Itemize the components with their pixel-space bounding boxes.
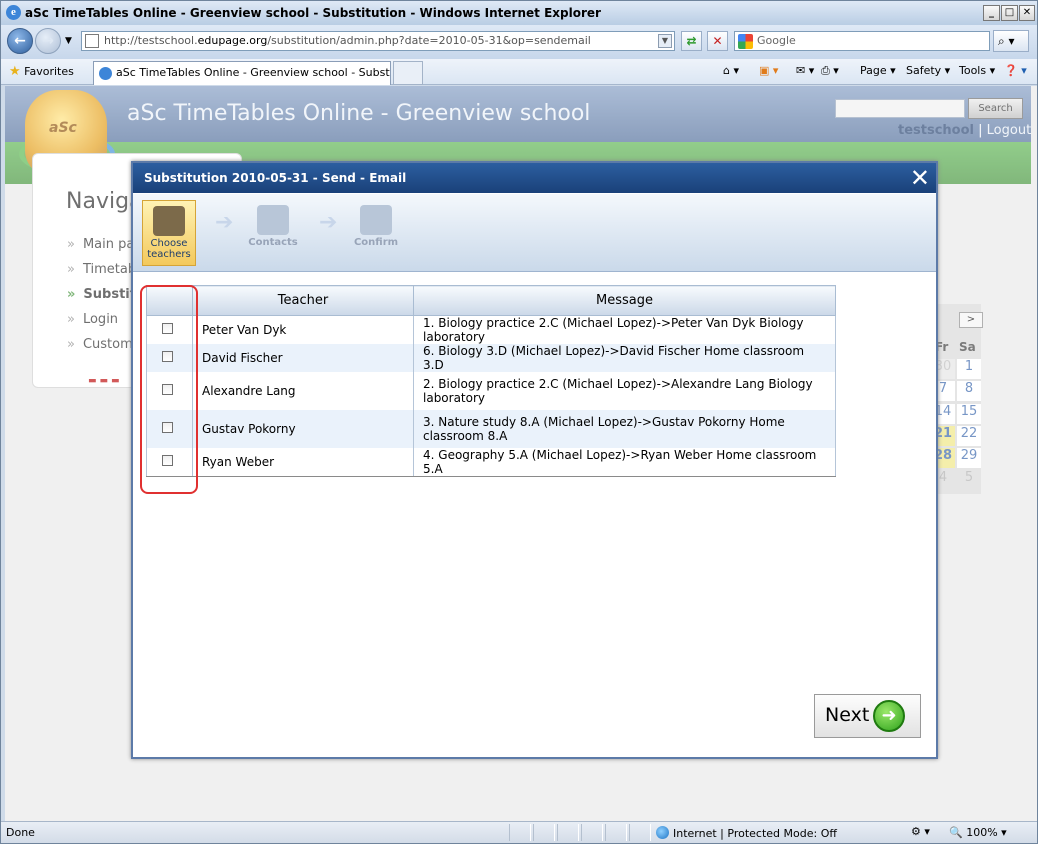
maximize-button[interactable]: □ [1001, 5, 1018, 21]
message-column-header: Message [413, 285, 836, 316]
table-row: Gustav Pokorny 3. Nature study 8.A (Mich… [146, 410, 836, 448]
globe-icon [656, 826, 669, 839]
help-icon[interactable]: ❓ ▾ [1004, 64, 1027, 77]
message-text: 1. Biology practice 2.C (Michael Lopez)-… [413, 315, 836, 344]
search-icon[interactable]: ⌕ ▾ [993, 30, 1029, 52]
forward-button[interactable]: → [35, 28, 61, 54]
search-input[interactable]: Google [734, 31, 990, 51]
page-menu[interactable]: Page ▾ [860, 64, 896, 77]
teacher-name: Ryan Weber [192, 448, 414, 477]
star-icon: ★ [9, 64, 21, 79]
feeds-icon[interactable]: ▣ ▾ [759, 64, 778, 77]
page-scrollbar[interactable] [1031, 86, 1037, 821]
dialog-title: Substitution 2010-05-31 - Send - Email ✕ [133, 163, 936, 193]
contacts-icon [257, 205, 289, 235]
google-icon [738, 34, 753, 49]
browser-tab[interactable]: aSc TimeTables Online - Greenview school… [93, 61, 391, 85]
teacher-name: Gustav Pokorny [192, 410, 414, 448]
arrow-right-icon: ➜ [873, 700, 905, 732]
table-row: David Fischer 6. Biology 3.D (Michael Lo… [146, 344, 836, 372]
status-text: Done [6, 826, 35, 839]
tools-menu[interactable]: Tools ▾ [959, 64, 995, 77]
next-button[interactable]: Next ➜ [814, 694, 921, 738]
table-row: Ryan Weber 4. Geography 5.A (Michael Lop… [146, 448, 836, 477]
tab-ie-icon [99, 67, 112, 80]
refresh-icon[interactable]: ⇄ [681, 31, 702, 51]
address-toolbar: ← → ▼ http://testschool.edupage.org/subs… [1, 25, 1037, 59]
favorites-button[interactable]: ★ Favorites [9, 64, 74, 79]
table-row: Alexandre Lang 2. Biology practice 2.C (… [146, 372, 836, 410]
step-arrow-icon: ➔ [215, 210, 234, 235]
safety-menu[interactable]: Safety ▾ [906, 64, 950, 77]
title-bar: e aSc TimeTables Online - Greenview scho… [1, 1, 1037, 25]
table-row: Peter Van Dyk 1. Biology practice 2.C (M… [146, 315, 836, 344]
checkbox-highlight-annotation [140, 285, 198, 494]
message-text: 4. Geography 5.A (Michael Lopez)->Ryan W… [413, 448, 836, 477]
mail-icon[interactable]: ✉ ▾ [796, 64, 814, 77]
message-text: 6. Biology 3.D (Michael Lopez)->David Fi… [413, 344, 836, 372]
address-dropdown-icon[interactable]: ▼ [658, 34, 672, 48]
teacher-name: Alexandre Lang [192, 372, 414, 410]
new-tab-button[interactable] [393, 61, 423, 85]
stop-icon[interactable]: ✕ [707, 31, 728, 51]
step-confirm[interactable]: Confirm [349, 200, 403, 266]
teachers-icon [153, 206, 185, 236]
step-contacts[interactable]: Contacts [246, 200, 300, 266]
status-bar: Done Internet | Protected Mode: Off ⚙ ▾ … [1, 821, 1037, 843]
step-arrow-icon: ➔ [319, 210, 338, 235]
confirm-icon [360, 205, 392, 235]
teacher-message-table: Teacher Message Peter Van Dyk 1. Biology… [146, 285, 836, 477]
message-text: 3. Nature study 8.A (Michael Lopez)->Gus… [413, 410, 836, 448]
wizard-steps: Choose teachers ➔ Contacts ➔ Confirm [133, 194, 936, 272]
browser-window: e aSc TimeTables Online - Greenview scho… [0, 0, 1038, 844]
ie-icon: e [6, 5, 21, 20]
minimize-button[interactable]: _ [983, 5, 1000, 21]
print-icon[interactable]: ⎙ ▾ [821, 64, 839, 78]
address-bar[interactable]: http://testschool.edupage.org/substituti… [81, 31, 675, 51]
dialog-close-icon[interactable]: ✕ [910, 165, 930, 191]
zoom-level[interactable]: 🔍 100% ▾ [949, 826, 1007, 839]
window-title: aSc TimeTables Online - Greenview school… [25, 6, 601, 20]
page-icon [85, 34, 99, 48]
close-window-button[interactable]: ✕ [1019, 5, 1035, 21]
security-zone[interactable]: Internet | Protected Mode: Off [656, 826, 837, 840]
send-email-dialog: Substitution 2010-05-31 - Send - Email ✕… [131, 161, 938, 759]
back-button[interactable]: ← [7, 28, 33, 54]
teacher-name: David Fischer [192, 344, 414, 372]
home-icon[interactable]: ⌂ ▾ [723, 64, 739, 77]
history-dropdown-icon[interactable]: ▼ [65, 36, 72, 46]
favorites-bar: ★ Favorites aSc TimeTables Online - Gree… [1, 59, 1037, 85]
teacher-column-header: Teacher [192, 285, 414, 316]
message-text: 2. Biology practice 2.C (Michael Lopez)-… [413, 372, 836, 410]
teacher-name: Peter Van Dyk [192, 315, 414, 344]
protected-mode-icon[interactable]: ⚙ ▾ [911, 825, 930, 838]
step-choose-teachers[interactable]: Choose teachers [142, 200, 196, 266]
